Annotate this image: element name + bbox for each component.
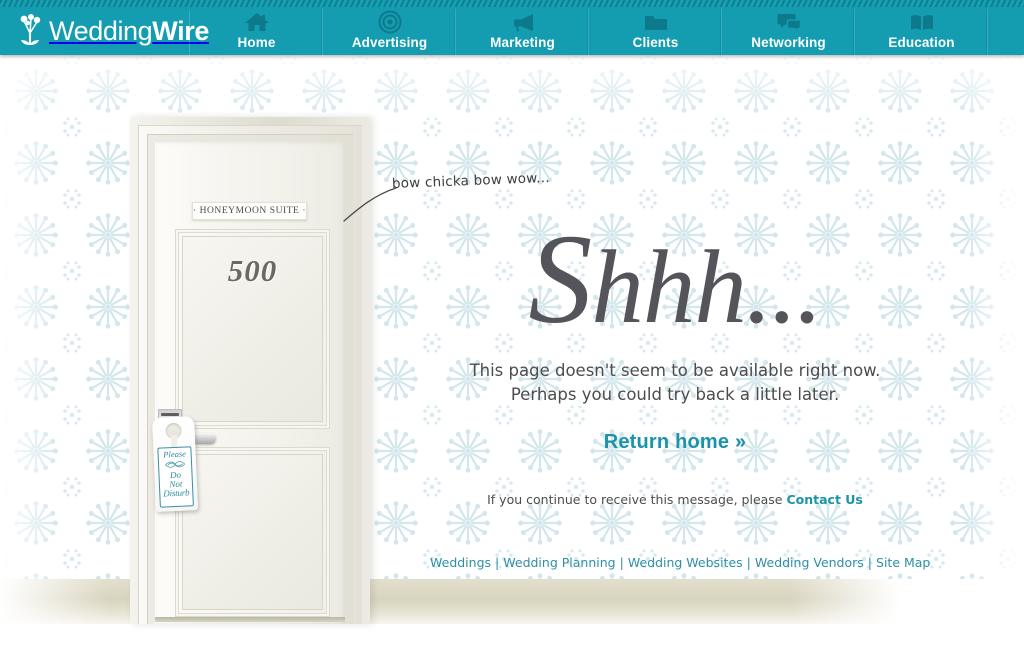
page-title-rest: hhh... bbox=[591, 228, 822, 345]
door-plaque: · HONEYMOON SUITE · bbox=[192, 202, 307, 220]
contact-support-prefix: If you continue to receive this message,… bbox=[487, 491, 787, 507]
footer-link-weddings[interactable]: Weddings bbox=[430, 555, 491, 570]
page-body: · HONEYMOON SUITE · 500 Please Do Not Di… bbox=[0, 55, 1024, 651]
door-hanger-text-block: Please Do Not Disturb bbox=[157, 446, 194, 508]
door-room-number: 500 bbox=[227, 253, 278, 288]
nav-label-home: Home bbox=[237, 35, 276, 50]
footer-link-wedding-planning[interactable]: Wedding Planning bbox=[503, 555, 615, 570]
flourish-icon bbox=[165, 460, 185, 468]
door-panel-lower-inner bbox=[182, 454, 323, 610]
folder-icon bbox=[643, 10, 669, 34]
nav-item-marketing[interactable]: Marketing bbox=[456, 7, 589, 55]
nav-item-education[interactable]: Education bbox=[855, 7, 988, 55]
footer-separator-1: | bbox=[495, 555, 500, 570]
key-card-slot-opening bbox=[161, 413, 179, 416]
nav-label-advertising: Advertising bbox=[351, 35, 428, 50]
nav-label-clients: Clients bbox=[632, 35, 679, 50]
annotation-text: bow chicka bow wow... bbox=[391, 169, 550, 192]
nav-label-education: Education bbox=[888, 35, 955, 50]
footer-link-site-map[interactable]: Site Map bbox=[876, 555, 930, 570]
footer-separator-3: | bbox=[746, 555, 751, 570]
page-title: Shhh... bbox=[430, 215, 920, 343]
megaphone-icon bbox=[510, 10, 536, 34]
door-plaque-text: · HONEYMOON SUITE · bbox=[192, 206, 307, 216]
footer-link-wedding-vendors[interactable]: Wedding Vendors bbox=[755, 555, 864, 570]
nav-item-home[interactable]: Home bbox=[190, 7, 323, 55]
target-icon bbox=[378, 10, 402, 34]
page-title-capital: S bbox=[528, 208, 592, 350]
nav-label-networking: Networking bbox=[751, 35, 826, 50]
hanger-line-disturb: Disturb bbox=[163, 486, 190, 498]
hanger-line-please: Please bbox=[163, 448, 187, 460]
footer-separator-4: | bbox=[867, 555, 873, 570]
message-line-2: Perhaps you could try back a little late… bbox=[510, 384, 840, 404]
door-bottom-shadow bbox=[155, 617, 345, 622]
logo-wordmark-light: Wedding bbox=[49, 15, 153, 46]
speech-bubbles-icon bbox=[776, 10, 802, 34]
open-book-icon bbox=[909, 10, 935, 34]
message-line-1: This page doesn't seem to be available r… bbox=[469, 361, 881, 380]
contact-support-line: If you continue to receive this message,… bbox=[430, 492, 920, 507]
top-decorative-stripe bbox=[0, 0, 1024, 7]
site-logo[interactable]: WeddingWire bbox=[0, 7, 209, 55]
bouquet-icon bbox=[15, 14, 45, 48]
site-header: WeddingWire Home Advertising Marketing C… bbox=[0, 0, 1024, 55]
contact-us-link[interactable]: Contact Us bbox=[786, 492, 862, 507]
nav-item-advertising[interactable]: Advertising bbox=[323, 7, 456, 55]
return-home-link[interactable]: Return home » bbox=[604, 431, 747, 454]
nav-label-marketing: Marketing bbox=[490, 35, 555, 50]
house-icon bbox=[244, 10, 270, 34]
error-message-block: Shhh... This page doesn't seem to be ava… bbox=[430, 215, 920, 507]
nav-item-networking[interactable]: Networking bbox=[722, 7, 855, 55]
footer-link-wedding-websites[interactable]: Wedding Websites bbox=[628, 555, 743, 570]
footer-separator-2: | bbox=[619, 555, 624, 570]
logo-wordmark: WeddingWire bbox=[49, 15, 209, 46]
door-hanger-slot-icon bbox=[170, 434, 178, 448]
nav-item-clients[interactable]: Clients bbox=[589, 7, 722, 55]
footer-link-bar: Weddings | Wedding Planning | Wedding Websit… bbox=[430, 555, 930, 570]
do-not-disturb-door-hanger: Please Do Not Disturb bbox=[152, 416, 199, 512]
